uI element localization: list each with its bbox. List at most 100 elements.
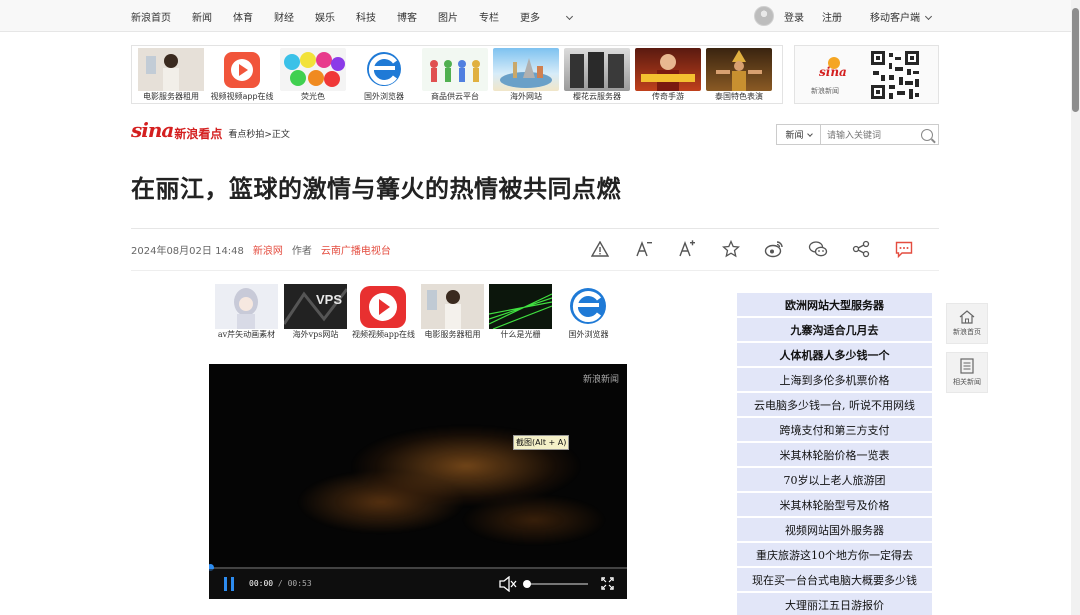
related-keyword-item[interactable]: 上海到多伦多机票价格 — [737, 368, 932, 391]
nav-item-ent[interactable]: 娱乐 — [315, 9, 335, 24]
related-keyword-item[interactable]: 跨境支付和第三方支付 — [737, 418, 932, 441]
ad-item[interactable]: 国外浏览器 — [351, 48, 417, 102]
ad-thumb — [488, 284, 553, 330]
ad-item[interactable]: 泰国特色表演 — [706, 48, 772, 102]
anime-girl-icon — [215, 284, 278, 329]
nav-item-finance[interactable]: 财经 — [274, 9, 294, 24]
weibo-icon — [764, 241, 783, 258]
share-icon — [852, 240, 870, 258]
ad-item[interactable]: 传奇手游 — [635, 48, 701, 102]
fullscreen-icon[interactable] — [601, 577, 614, 590]
source-link[interactable]: 新浪网 — [253, 242, 283, 257]
video-controls: 00:00 / 00:53 — [209, 569, 627, 599]
chevron-down-icon — [924, 12, 933, 20]
ad-thumb — [635, 48, 701, 91]
ad-item[interactable]: 什么是光栅 — [488, 284, 553, 340]
qr-promo[interactable]: sina 新浪新闻 — [794, 45, 939, 104]
nav-item-photo[interactable]: 图片 — [438, 9, 458, 24]
related-keyword-item[interactable]: 重庆旅游这10个地方你一定得去 — [737, 543, 932, 566]
ad-thumb — [493, 48, 559, 91]
sina-logo-icon: sina — [819, 57, 847, 79]
avatar[interactable] — [754, 6, 774, 26]
related-keyword-item[interactable]: 米其林轮胎型号及价格 — [737, 493, 932, 516]
font-increase-button[interactable] — [677, 239, 697, 259]
svg-text:sina: sina — [819, 65, 847, 79]
nav-item-more[interactable]: 更多 — [520, 9, 574, 24]
chevron-down-icon — [565, 12, 574, 20]
mute-icon[interactable] — [499, 576, 517, 592]
sina-home-button[interactable]: 新浪首页 — [946, 303, 988, 344]
video-frame — [279, 394, 619, 574]
nav-item-news[interactable]: 新闻 — [192, 9, 212, 24]
related-keyword-item[interactable]: 云电脑多少钱一台, 听说不用网线 — [737, 393, 932, 416]
comment-icon — [895, 241, 913, 258]
sina-home-label: 新浪首页 — [953, 328, 981, 336]
ad-item[interactable]: 电影服务器租用 — [421, 284, 484, 340]
nav-item-tech[interactable]: 科技 — [356, 9, 376, 24]
video-duration: 00:53 — [287, 579, 312, 588]
pause-icon[interactable] — [223, 577, 235, 591]
share-wechat-button[interactable] — [808, 239, 828, 259]
ad-thumb — [280, 48, 346, 91]
ad-item[interactable]: VPS 海外vps网站 — [282, 284, 349, 340]
related-keyword-item[interactable]: 视频网站国外服务器 — [737, 518, 932, 541]
publish-date: 2024年08月02日 14:48 — [131, 246, 244, 257]
video-time: 00:00 / 00:53 — [249, 579, 312, 588]
ad-item[interactable]: 视频视频app在线 — [352, 284, 415, 340]
video-player[interactable]: 新浪新闻 截图(Alt + A) 00:00 / 00:53 — [209, 364, 627, 599]
related-keyword-item[interactable]: 九寨沟适合几月去 — [737, 318, 932, 341]
wechat-icon — [808, 241, 828, 257]
ad-item[interactable]: 荧光色 — [280, 48, 346, 102]
sina-logo[interactable]: sina — [131, 118, 174, 142]
qr-code-icon — [871, 51, 919, 99]
top-nav-links: 新浪首页 新闻 体育 财经 娱乐 科技 博客 图片 专栏 更多 — [131, 0, 593, 32]
author-link[interactable]: 云南广播电视台 — [321, 242, 391, 257]
related-keyword-item[interactable]: 70岁以上老人旅游团 — [737, 468, 932, 491]
nav-item-home[interactable]: 新浪首页 — [131, 9, 171, 24]
ad-caption: av芹矢动画素材 — [217, 330, 276, 339]
ad-item[interactable]: 樱花云服务器 — [564, 48, 630, 102]
font-larger-icon — [679, 240, 695, 257]
favorite-button[interactable] — [721, 239, 741, 259]
ad-caption: 视频视频app在线 — [210, 92, 274, 101]
mobile-client-menu[interactable]: 移动客户端 — [870, 9, 933, 24]
ad-thumb — [209, 48, 275, 91]
brand-name[interactable]: 新浪看点 — [174, 125, 222, 142]
ad-item[interactable]: 视频视频app在线 — [209, 48, 275, 102]
related-keyword-item[interactable]: 欧洲网站大型服务器 — [737, 293, 932, 316]
search-category-select[interactable]: 新闻 — [777, 125, 821, 144]
page-scrollbar[interactable] — [1071, 0, 1080, 615]
share-weibo-button[interactable] — [764, 239, 784, 259]
related-keyword-item[interactable]: 大理丽江五日游报价 — [737, 593, 932, 615]
related-keyword-item[interactable]: 人体机器人多少钱一个 — [737, 343, 932, 366]
video-current-time: 00:00 — [249, 579, 274, 588]
related-keyword-item[interactable]: 米其林轮胎价格一览表 — [737, 443, 932, 466]
related-news-label: 相关新闻 — [953, 378, 981, 386]
ad-caption: 商品供云平台 — [431, 92, 479, 101]
search-input[interactable] — [821, 129, 917, 140]
register-link[interactable]: 注册 — [822, 9, 842, 24]
login-link[interactable]: 登录 — [784, 9, 804, 24]
ad-item[interactable]: 海外网站 — [493, 48, 559, 102]
nav-item-column[interactable]: 专栏 — [479, 9, 499, 24]
report-button[interactable] — [590, 239, 610, 259]
font-decrease-button[interactable] — [634, 239, 654, 259]
volume-slider[interactable] — [523, 580, 588, 588]
related-keyword-item[interactable]: 现在买一台台式电脑大概要多少钱 — [737, 568, 932, 591]
ad-item[interactable]: 商品供云平台 — [422, 48, 488, 102]
comment-button[interactable] — [894, 239, 914, 259]
search-icon[interactable] — [921, 128, 933, 141]
ad-item[interactable]: 电影服务器租用 — [138, 48, 204, 102]
scrollbar-thumb[interactable] — [1072, 8, 1079, 112]
nav-more-label: 更多 — [520, 12, 540, 24]
nav-item-blog[interactable]: 博客 — [397, 9, 417, 24]
divider — [131, 270, 939, 271]
share-button[interactable] — [851, 239, 871, 259]
ad-item[interactable]: av芹矢动画素材 — [215, 284, 278, 340]
breadcrumb[interactable]: 看点秒拍>正文 — [228, 127, 290, 140]
game-banner-icon — [641, 54, 695, 91]
ad-item[interactable]: 国外浏览器 — [557, 284, 620, 340]
volume-handle[interactable] — [523, 580, 531, 588]
related-news-button[interactable]: 相关新闻 — [946, 352, 988, 393]
nav-item-sports[interactable]: 体育 — [233, 9, 253, 24]
